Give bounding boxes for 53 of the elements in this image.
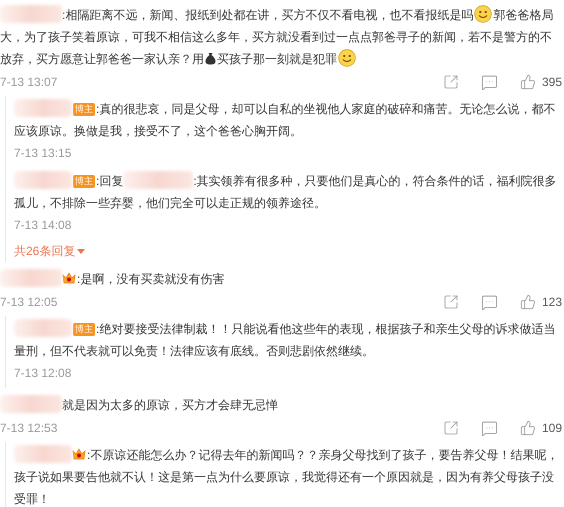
like-count: 109 (542, 420, 562, 437)
crown-icon (72, 447, 86, 461)
like-count: 123 (542, 294, 562, 311)
crown-icon (62, 271, 76, 285)
comment-text: 孩子说如果要告他就不认！这是第一点为什么要原谅，我觉得还有一个原因就是，因为有养父母孩子没 (14, 470, 554, 484)
timestamp: 7-13 13:15 (14, 145, 72, 162)
share-icon[interactable] (442, 74, 459, 90)
author-badge: 博主 (73, 323, 95, 336)
like-icon[interactable] (520, 74, 536, 90)
timestamp: 7-13 12:05 (0, 294, 58, 311)
blurred-name (0, 395, 62, 413)
share-icon[interactable] (442, 420, 459, 436)
more-replies-link[interactable]: 共26条回复 (14, 240, 86, 262)
comment-text: :相隔距离不远，新闻、报纸到处都在讲，买方不仅不看电视，也不看报纸是吗 (62, 8, 474, 22)
comment-text: 量刑，但不代表就可以免责！法律应该有底线。否则悲剧依然继续。 (14, 344, 374, 358)
blurred-name (14, 445, 72, 463)
caret-icon (77, 248, 86, 254)
comment-text: 放弃，买方愿意让郭爸爸一家认亲？用 (0, 52, 204, 66)
comment-text: 孤儿，不排除一些弃婴，他们完全可以走正规的领养途径。 (14, 196, 326, 210)
timestamp: 7-13 14:08 (14, 217, 72, 234)
comment-text: 应该原谅。换做是我，接受不了，这个爸爸心胸开阔。 (14, 124, 302, 138)
blurred-name (14, 99, 72, 117)
smiley-icon (338, 49, 356, 67)
like-icon[interactable] (520, 420, 536, 436)
comment-text: :回复 (96, 174, 124, 188)
comment-text: 大，为了孩子笑着原谅，可我不相信这么多年，买方就没看到过一点点郭爸寻子的新闻，若不是警方的不 (0, 30, 552, 44)
like-count: 395 (542, 74, 562, 91)
blurred-name (14, 319, 72, 337)
comment-text: :不原谅还能怎么办？记得去年的新闻吗？？亲身父母找到了孩子，要告养父母！结果呢， (87, 448, 558, 462)
comment-icon[interactable] (480, 294, 498, 310)
money-bag-icon (205, 52, 216, 65)
blurred-name (123, 171, 194, 189)
comment-text: :是啊，没有买卖就没有伤害 (77, 272, 224, 286)
author-badge: 博主 (73, 175, 95, 188)
author-badge: 博主 (73, 103, 95, 116)
timestamp: 7-13 12:08 (14, 365, 72, 382)
comment-icon[interactable] (480, 74, 498, 90)
comment-text: 就是因为太多的原谅，买方才会肆无忌惮 (62, 398, 278, 412)
timestamp: 7-13 13:07 (0, 74, 58, 91)
comment-text: 受罪！ (14, 492, 50, 506)
blurred-name (14, 171, 72, 189)
comment-text: 郭爸爸格局 (493, 8, 554, 22)
comment-text: :真的很悲哀，同是父母，却可以自私的坐视他人家庭的破碎和痛苦。无论怎么说，都不 (96, 102, 556, 116)
comment-text: :绝对要接受法律制裁！！只能说看他这些年的表现，根据孩子和亲生父母的诉求做适当 (96, 322, 556, 336)
comment-text: :其实领养有很多种，只要他们是真心的，符合条件的话，福利院很多 (193, 174, 557, 188)
blurred-name (0, 269, 62, 287)
timestamp: 7-13 12:53 (0, 420, 58, 437)
share-icon[interactable] (442, 294, 459, 310)
smiley-icon (474, 5, 492, 23)
comment-text: 买孩子那一刻就是犯罪 (217, 52, 337, 66)
blurred-name (0, 5, 62, 23)
like-icon[interactable] (520, 294, 536, 310)
comment-icon[interactable] (480, 420, 498, 436)
